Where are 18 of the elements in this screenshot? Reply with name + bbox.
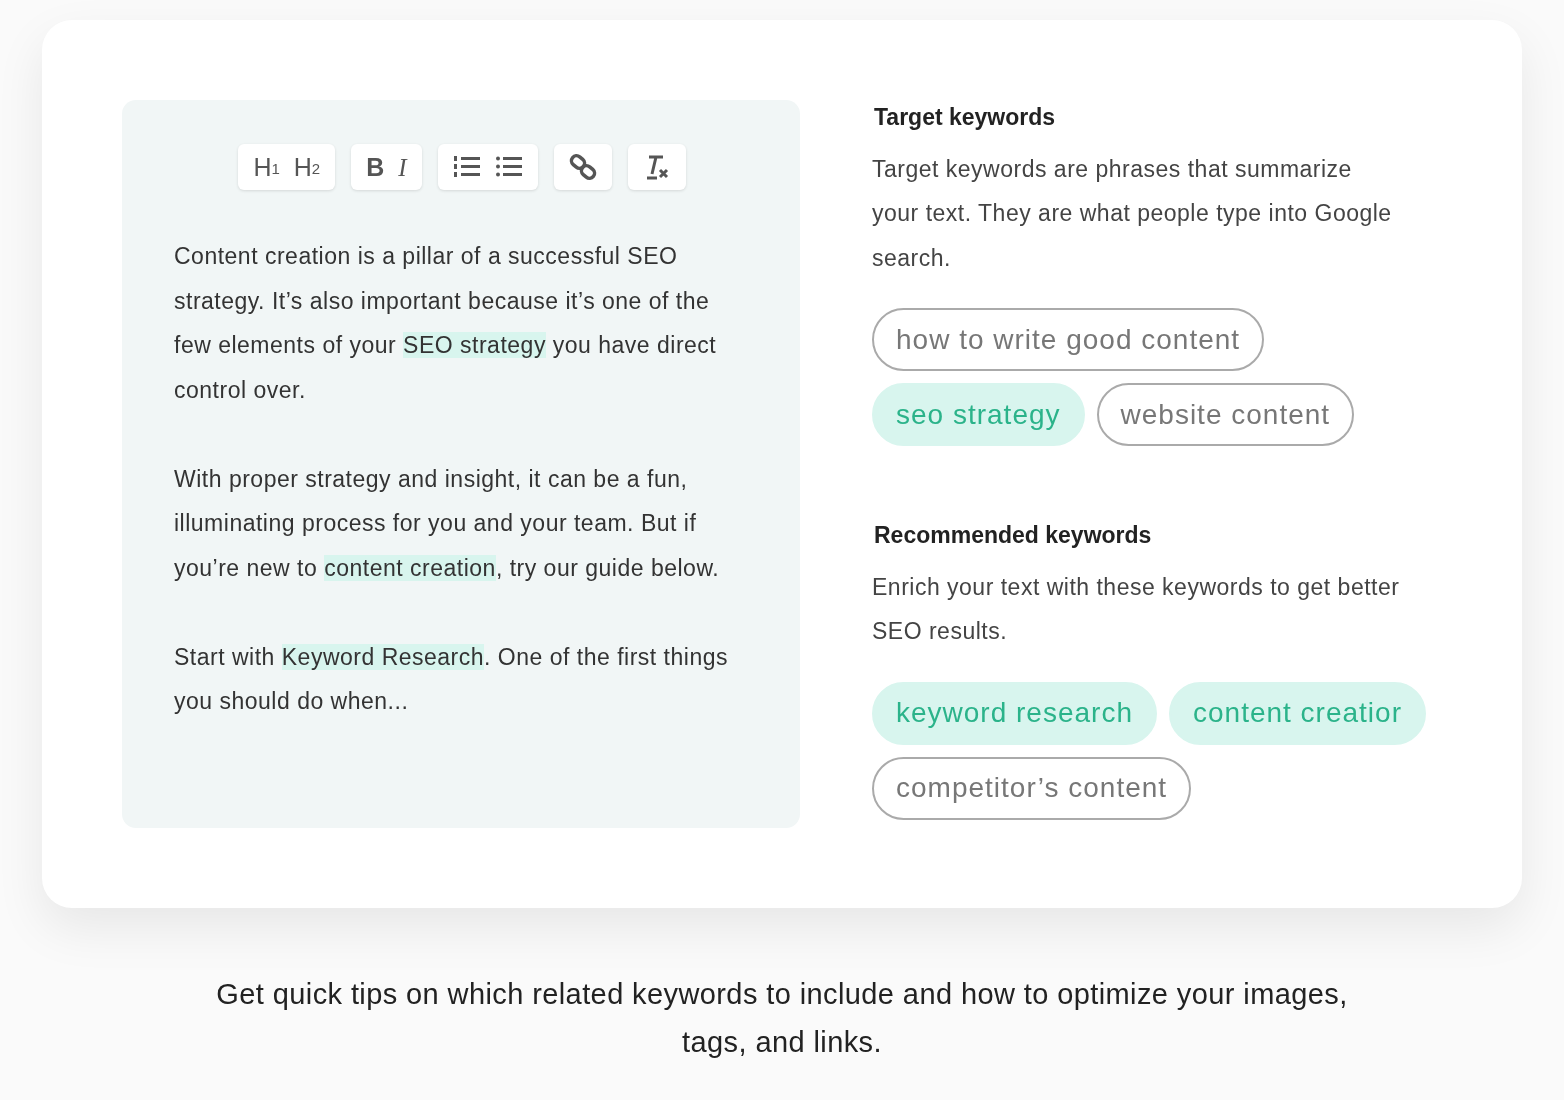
keyword-chip[interactable]: content creatior [1169,681,1426,745]
ordered-list-icon [452,154,481,180]
paragraph: Content creation is a pillar of a successful SEO strategy. It’s also important because it’s one of the few elements of your SEO strategy you have direct control over. [174,242,718,405]
link-icon [568,153,597,181]
keyword-chip[interactable]: competitor’s content [872,756,1192,820]
section-heading: Target keywords [874,103,1057,132]
paragraph: With proper strategy and insight, it can be a fun, illuminating process for you and your team. But if you’re new to content creation, try our guide below. [174,464,721,583]
paragraph: Start with Keyword Research. One of the first things you should do when... [174,642,729,716]
keyword-chip[interactable]: how to write good content [872,308,1265,371]
keyword-chip[interactable]: website content [1096,383,1355,446]
section-description: Enrich your text with these keywords to get better SEO results. [872,572,1401,646]
caption: Get quick tips on which related keywords to include and how to optimize your images, tags, and links. [215,977,1349,1060]
italic-button[interactable]: I [391,144,414,190]
section-heading: Recommended keywords [874,521,1153,550]
keyword-chip[interactable]: seo strategy [872,383,1085,446]
section-description: Target keywords are phrases that summarize your text. They are what people type into Google search. [872,154,1393,273]
bold-button[interactable]: B [359,144,392,190]
keyword-chip[interactable]: keyword research [872,681,1157,745]
